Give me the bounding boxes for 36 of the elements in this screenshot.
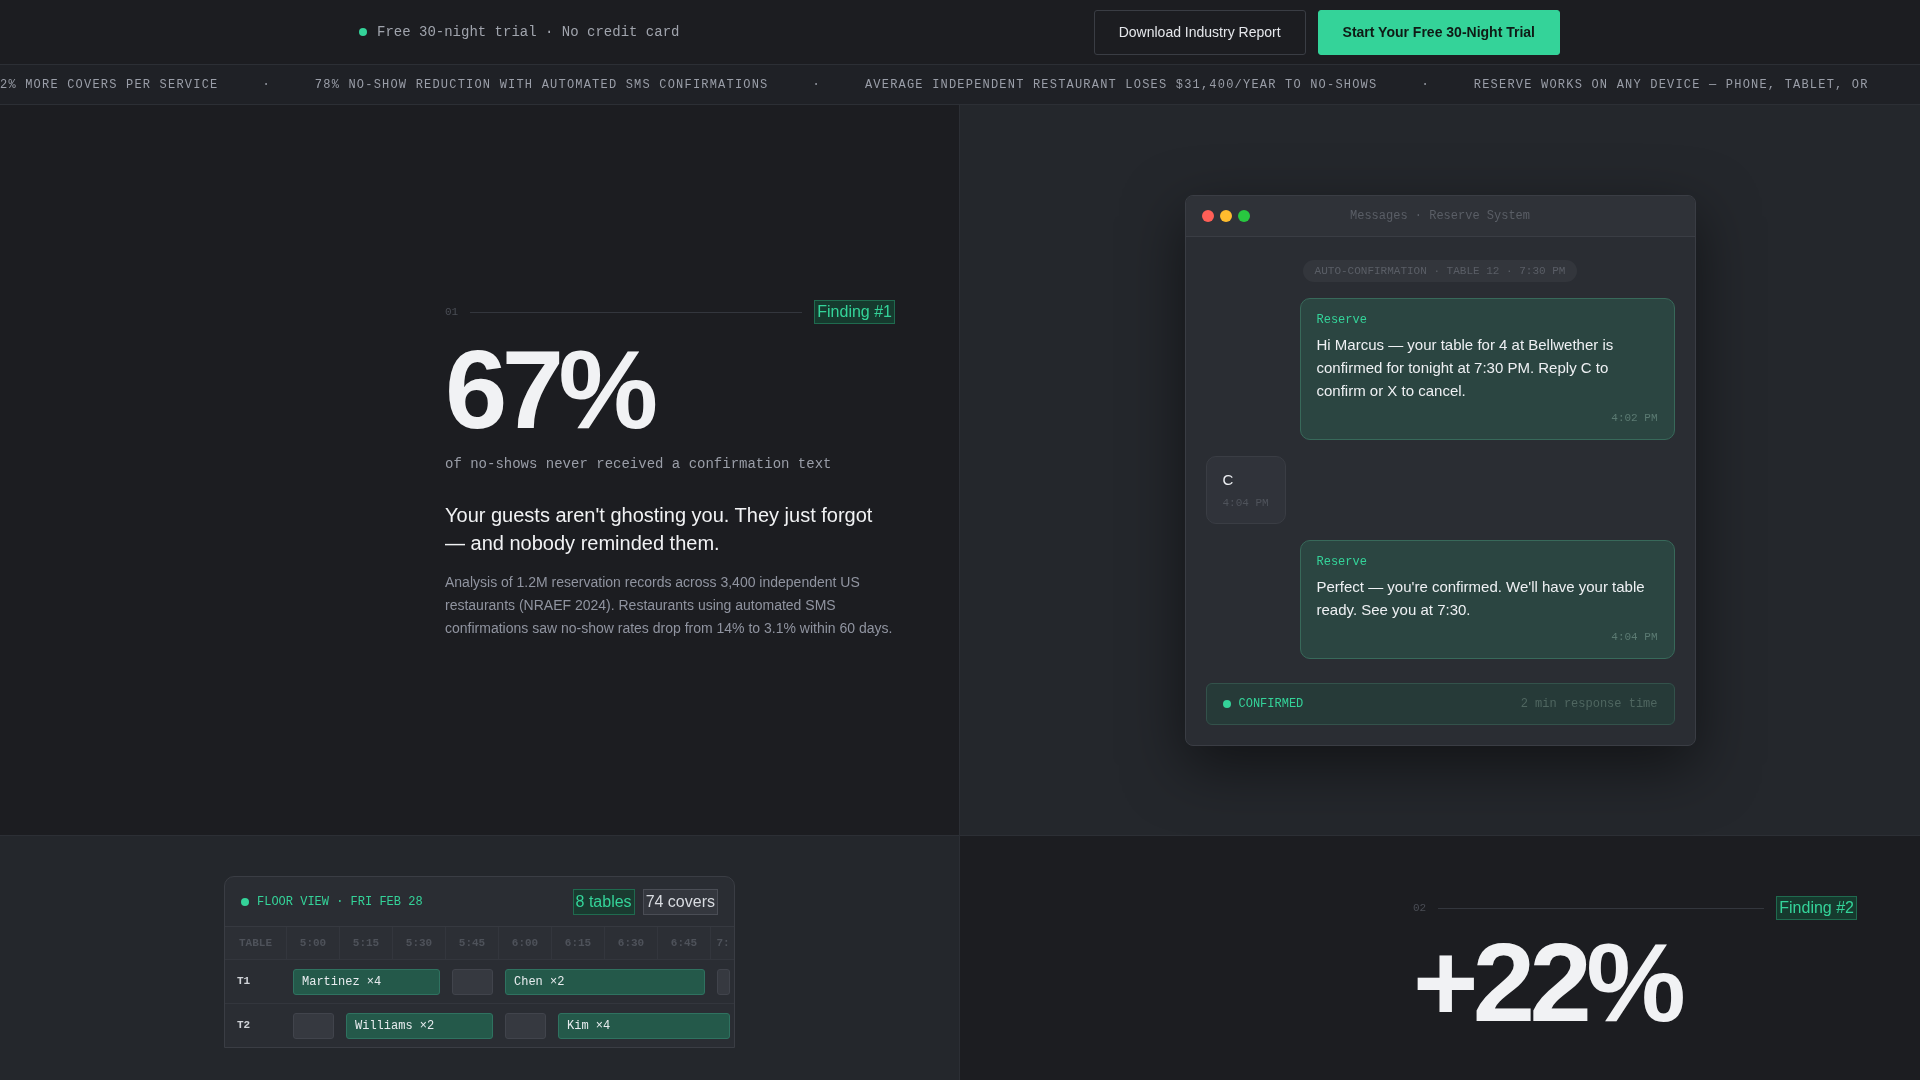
free-slot[interactable]: [452, 968, 493, 995]
free-slot[interactable]: [505, 1012, 546, 1039]
stat-caption: of no-shows never received a confirmation text: [445, 455, 833, 474]
finding-body: Analysis of 1.2M reservation records across 3,400 independent US restaurants (NRAEF 2024). Restaurants using automated SMS confirmations saw no-show rates drop from 14% to 3.1% within 60 days.: [445, 573, 894, 638]
booking-block[interactable]: Kim ×4: [558, 1012, 730, 1039]
ticker-item: 2% MORE COVERS PER SERVICE: [0, 76, 219, 94]
count-badge: 74 covers: [642, 888, 718, 915]
status-label: CONFIRMED: [1238, 695, 1304, 713]
floor-view-title: FLOOR VIEW · FRI FEB 28: [257, 893, 423, 911]
booking-block[interactable]: Williams ×2: [346, 1012, 493, 1039]
separator-dot: ·: [1421, 76, 1430, 94]
separator-dot: ·: [812, 76, 821, 94]
ticker-item: AVERAGE INDEPENDENT RESTAURANT LOSES $31,400/YEAR TO NO-SHOWS: [864, 76, 1378, 94]
finding-tag: Finding #2: [1776, 896, 1857, 920]
table-label: T1: [225, 959, 287, 1003]
download-report-button[interactable]: Download Industry Report: [1093, 9, 1306, 55]
message-sender: Reserve: [1316, 554, 1368, 571]
message-sender: Reserve: [1316, 312, 1368, 329]
message-text: C: [1222, 469, 1235, 490]
stat-figure: 67%: [445, 330, 654, 450]
booking-block[interactable]: Martinez ×4: [293, 968, 440, 995]
trial-note: Free 30-night trial · No credit card: [377, 22, 680, 42]
separator-dot: ·: [262, 76, 271, 94]
message-text: Perfect — you're confirmed. We'll have your table ready. See you at 7:30.: [1316, 577, 1646, 620]
finding-tag: Finding #1: [814, 300, 895, 324]
table-label: T2: [225, 1003, 287, 1047]
count-badge: 8 tables: [572, 888, 635, 915]
booking-block[interactable]: Chen ×2: [505, 968, 705, 995]
finding-headline: Your guests aren't ghosting you. They just forgot — and nobody reminded them.: [445, 503, 874, 556]
ticker-item: RESERVE WORKS ON ANY DEVICE — PHONE, TABLET, OR: [1473, 76, 1869, 94]
free-slot[interactable]: [293, 1012, 334, 1039]
stat-figure: +22%: [1413, 928, 1682, 1038]
ticker-item: 78% NO-SHOW REDUCTION WITH AUTOMATED SMS CONFIRMATIONS: [314, 76, 769, 94]
message-text: Hi Marcus — your table for 4 at Bellwether is confirmed for tonight at 7:30 PM. Reply C to confirm or X to cancel.: [1316, 335, 1615, 401]
free-slot[interactable]: [717, 968, 730, 995]
start-trial-button[interactable]: Start Your Free 30-Night Trial: [1317, 9, 1560, 55]
